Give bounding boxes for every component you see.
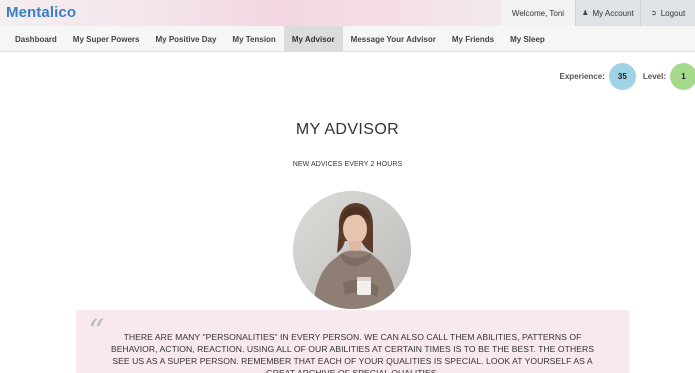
logout-button[interactable]: ➲ Logout: [640, 0, 695, 26]
tab-my-super-powers[interactable]: My Super Powers: [65, 26, 148, 52]
tab-my-advisor[interactable]: My Advisor: [283, 26, 343, 52]
stats-panel: Experience: 35 Level: 1: [560, 62, 695, 90]
top-right-menu: Welcome, Toni ♟ My Account ➲ Logout: [501, 0, 695, 26]
tab-my-sleep[interactable]: My Sleep: [502, 26, 553, 52]
advisor-avatar: [293, 191, 411, 309]
level-badge: 1: [670, 62, 695, 90]
experience-badge: 35: [608, 62, 636, 90]
main-nav: Dashboard My Super Powers My Positive Da…: [0, 26, 695, 52]
page-title: MY ADVISOR: [295, 121, 400, 138]
level-label: Level:: [642, 71, 666, 81]
tab-message-your-advisor[interactable]: Message Your Advisor: [343, 26, 444, 52]
advisor-portrait-image: [293, 191, 411, 309]
tab-my-tension[interactable]: My Tension: [224, 26, 283, 52]
tab-my-friends[interactable]: My Friends: [444, 26, 502, 52]
my-account-label: My Account: [592, 8, 634, 18]
page-subtitle: NEW ADVICES EVERY 2 HOURS: [292, 161, 403, 168]
experience-label: Experience:: [559, 71, 605, 81]
tab-dashboard[interactable]: Dashboard: [7, 26, 65, 52]
advice-quote-box: “ THERE ARE MANY "PERSONALITIES" IN EVER…: [76, 310, 629, 373]
brand-logo[interactable]: Mentalico: [6, 4, 76, 21]
logout-label: Logout: [660, 8, 686, 18]
logout-icon: ➲: [650, 10, 657, 17]
welcome-text: Welcome, Toni: [501, 0, 575, 26]
quote-mark-icon: “: [88, 312, 105, 350]
user-icon: ♟: [582, 10, 589, 17]
advice-text: THERE ARE MANY "PERSONALITIES" IN EVERY …: [110, 332, 595, 373]
top-bar: Mentalico Welcome, Toni ♟ My Account ➲ L…: [0, 0, 695, 26]
tab-my-positive-day[interactable]: My Positive Day: [147, 26, 224, 52]
my-account-button[interactable]: ♟ My Account: [575, 0, 640, 26]
